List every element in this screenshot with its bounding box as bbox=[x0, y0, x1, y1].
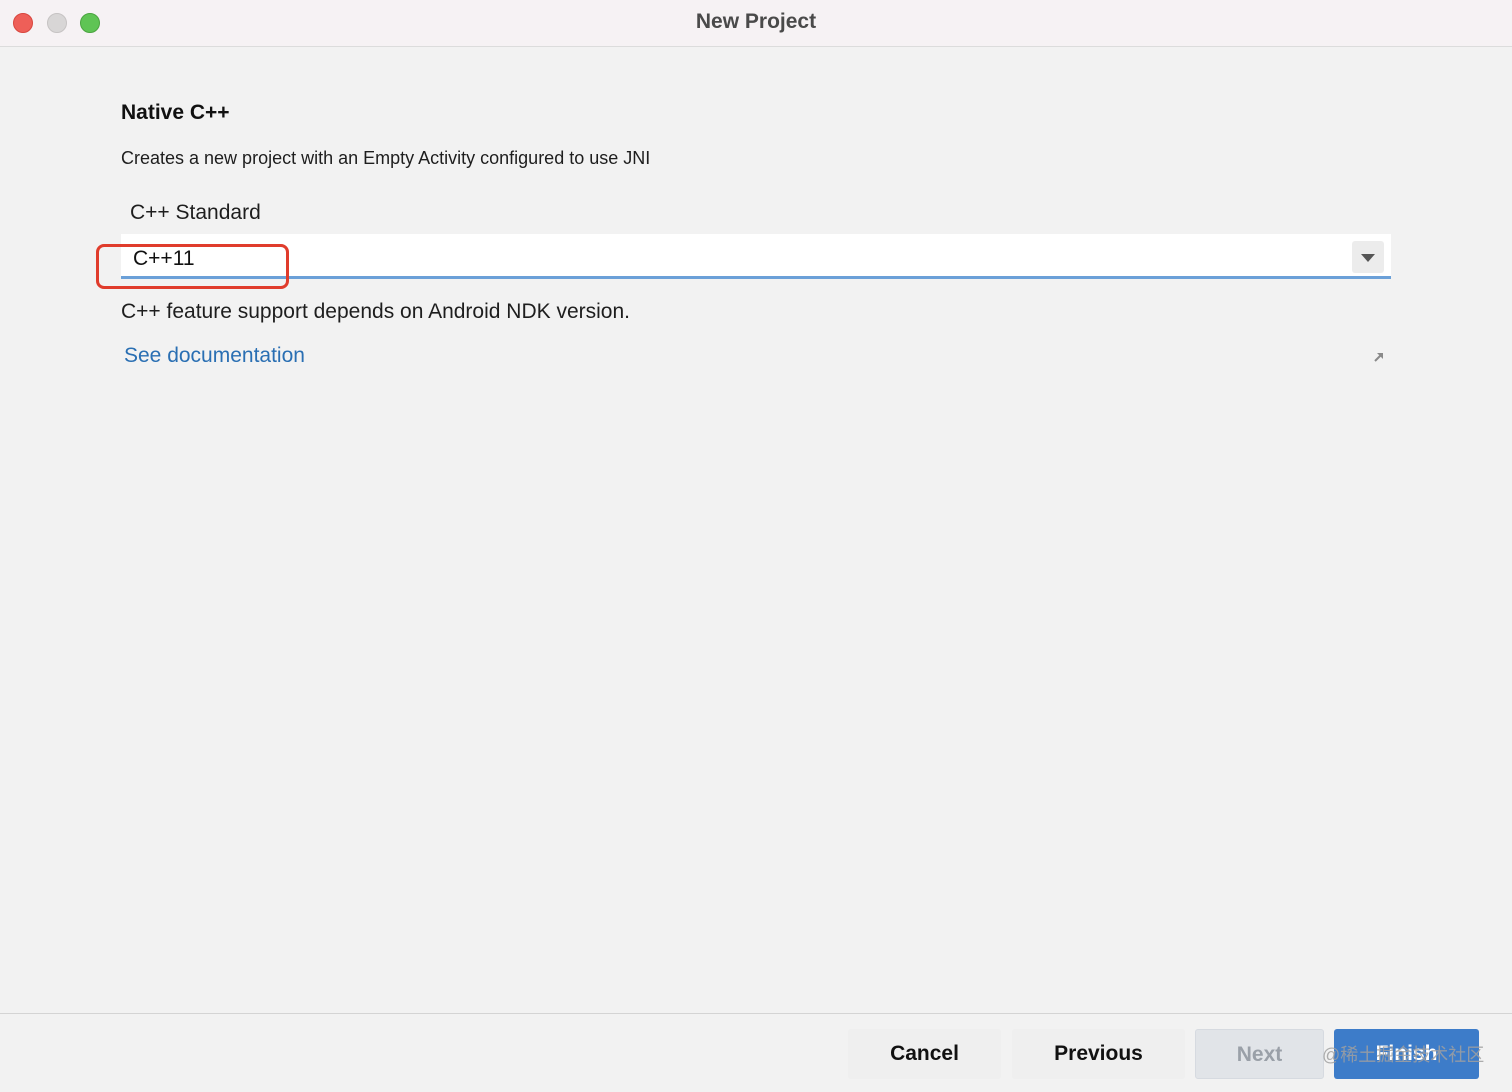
title-bar: New Project bbox=[0, 0, 1512, 47]
new-project-window: New Project Native C++ Creates a new pro… bbox=[0, 0, 1512, 1092]
see-documentation-link[interactable]: See documentation bbox=[124, 344, 305, 368]
cpp-standard-dropdown[interactable]: C++11 bbox=[121, 234, 1391, 279]
template-heading: Native C++ bbox=[121, 101, 230, 124]
cancel-button[interactable]: Cancel bbox=[848, 1029, 1001, 1079]
cpp-standard-label: C++ Standard bbox=[130, 201, 261, 224]
template-description: Creates a new project with an Empty Acti… bbox=[121, 148, 651, 168]
next-button[interactable]: Next bbox=[1195, 1029, 1324, 1079]
window-title: New Project bbox=[695, 10, 817, 33]
previous-button[interactable]: Previous bbox=[1012, 1029, 1185, 1079]
cpp-standard-value: C++11 bbox=[133, 247, 195, 270]
footer-divider bbox=[0, 1013, 1512, 1014]
external-link-icon[interactable] bbox=[1371, 349, 1387, 365]
chevron-down-icon[interactable] bbox=[1352, 241, 1384, 273]
ndk-support-hint: C++ feature support depends on Android N… bbox=[121, 300, 630, 323]
finish-button[interactable]: Finish bbox=[1334, 1029, 1479, 1079]
